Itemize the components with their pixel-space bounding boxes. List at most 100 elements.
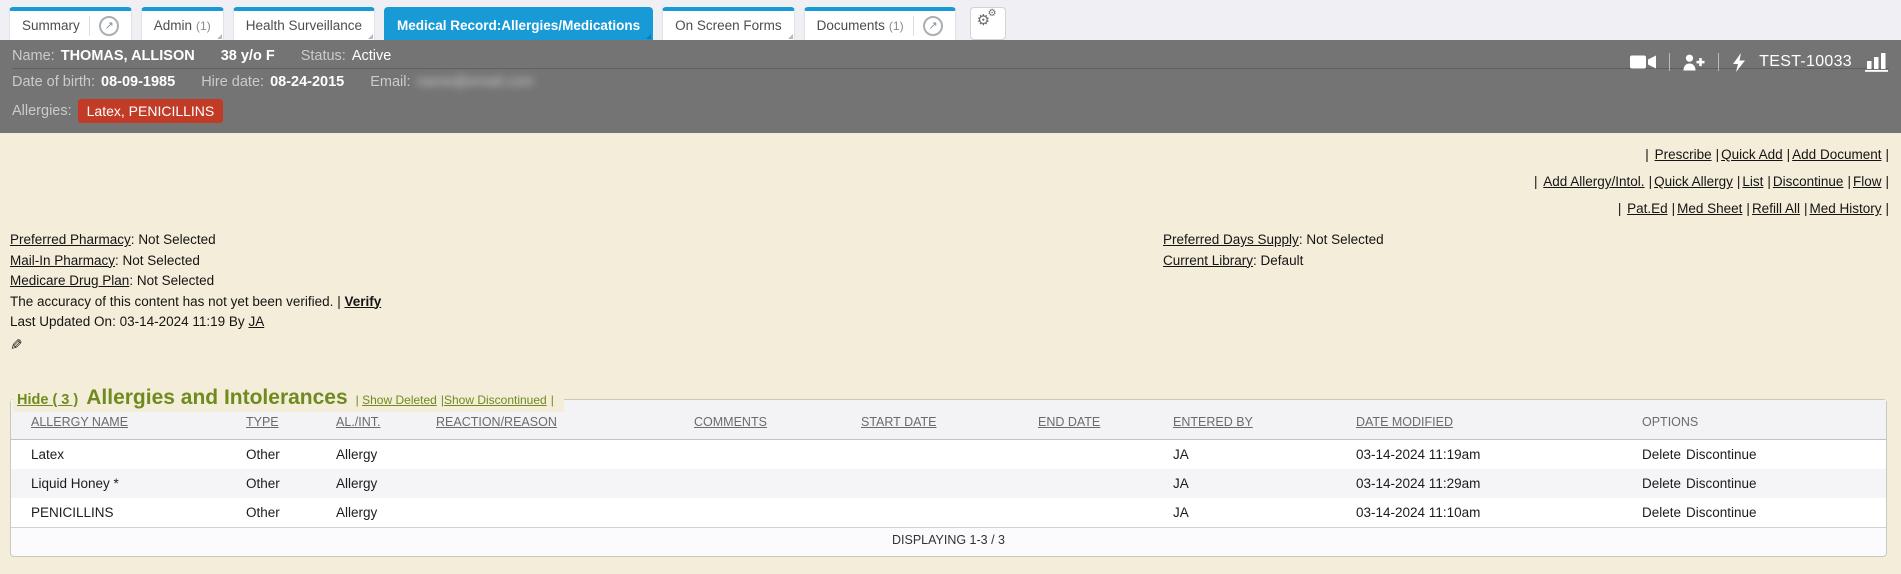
days-supply-row: Preferred Days SupplyNot Selected bbox=[1163, 230, 1384, 251]
bar-chart-icon[interactable] bbox=[1865, 52, 1889, 72]
discontinue-link[interactable]: Discontinue bbox=[1773, 174, 1851, 189]
lightning-icon[interactable] bbox=[1732, 53, 1746, 72]
entered-by-cell: JA bbox=[1165, 469, 1348, 498]
discontinue-action[interactable]: Discontinue bbox=[1686, 505, 1757, 520]
end-date-cell bbox=[1030, 440, 1165, 470]
options-cell: Delete Discontinue bbox=[1634, 498, 1886, 528]
entered-by-cell: JA bbox=[1165, 498, 1348, 528]
patient-details-row: Date of birth: 08-09-1985 Hire date: 08-… bbox=[12, 69, 1889, 95]
tab-documents[interactable]: Documents (1) ↗ bbox=[804, 7, 956, 40]
medicare-plan-link[interactable]: Medicare Drug Plan bbox=[10, 273, 129, 288]
allergies-badge[interactable]: Latex, PENICILLINS bbox=[78, 99, 224, 123]
col-comments[interactable]: COMMENTS bbox=[694, 415, 767, 429]
type-cell: Other bbox=[238, 469, 328, 498]
open-external-icon[interactable]: ↗ bbox=[923, 16, 943, 36]
tab-medical-record-allergies-medications[interactable]: Medical Record:Allergies/Medications bbox=[384, 7, 653, 40]
current-library-row: Current LibraryDefault bbox=[1163, 251, 1384, 272]
delete-action[interactable]: Delete bbox=[1642, 505, 1681, 520]
action-links: PrescribeQuick AddAdd Document Add Aller… bbox=[1534, 141, 1889, 222]
start-date-cell bbox=[853, 469, 1030, 498]
patient-status: Active bbox=[352, 48, 392, 64]
days-supply-link[interactable]: Preferred Days Supply bbox=[1163, 232, 1299, 247]
col-type[interactable]: TYPE bbox=[246, 415, 279, 429]
tab-on-screen-forms[interactable]: On Screen Forms bbox=[662, 7, 795, 40]
allergy-name-cell: Liquid Honey * bbox=[11, 469, 238, 498]
preferred-pharmacy-link[interactable]: Preferred Pharmacy bbox=[10, 232, 131, 247]
tab-admin[interactable]: Admin (1) bbox=[141, 7, 224, 40]
prescribe-link[interactable]: Prescribe bbox=[1655, 147, 1720, 162]
comments-cell bbox=[686, 440, 853, 470]
name-label: Name: bbox=[12, 48, 55, 64]
verify-link[interactable]: Verify bbox=[344, 294, 381, 309]
date-modified-cell: 03-14-2024 11:19am bbox=[1348, 440, 1634, 470]
table-row[interactable]: Liquid Honey * Other Allergy JA 03-14-20… bbox=[11, 469, 1886, 498]
discontinue-action[interactable]: Discontinue bbox=[1686, 476, 1757, 491]
table-row[interactable]: PENICILLINS Other Allergy JA 03-14-2024 … bbox=[11, 498, 1886, 528]
delete-action[interactable]: Delete bbox=[1642, 447, 1681, 462]
end-date-cell bbox=[1030, 469, 1165, 498]
tab-corner-fold-icon bbox=[217, 34, 222, 39]
med-sheet-link[interactable]: Med Sheet bbox=[1677, 201, 1750, 216]
mailin-pharmacy-row: Mail-In PharmacyNot Selected bbox=[10, 251, 381, 272]
tab-corner-fold-icon bbox=[368, 34, 373, 39]
date-modified-cell: 03-14-2024 11:10am bbox=[1348, 498, 1634, 528]
patient-id: TEST-10033 bbox=[1759, 53, 1852, 71]
tab-admin-badge: (1) bbox=[196, 19, 211, 33]
col-end-date[interactable]: END DATE bbox=[1038, 415, 1100, 429]
col-date-modified[interactable]: DATE MODIFIED bbox=[1356, 415, 1453, 429]
pat-ed-link[interactable]: Pat.Ed bbox=[1627, 201, 1675, 216]
list-link[interactable]: List bbox=[1742, 174, 1771, 189]
last-updated-text: Last Updated On: 03-14-2024 11:19 By bbox=[10, 314, 245, 329]
tab-divider bbox=[89, 16, 90, 36]
med-history-link[interactable]: Med History bbox=[1809, 201, 1889, 216]
tab-health-surveillance-label: Health Surveillance bbox=[246, 18, 362, 33]
open-external-icon[interactable]: ↗ bbox=[99, 16, 119, 36]
col-reaction[interactable]: REACTION/REASON bbox=[436, 415, 557, 429]
add-allergy-intol-link[interactable]: Add Allergy/Intol. bbox=[1543, 174, 1652, 189]
entered-by-cell: JA bbox=[1165, 440, 1348, 470]
tab-corner-fold-icon bbox=[646, 34, 651, 39]
table-footer-row: DISPLAYING 1-3 / 3 bbox=[11, 528, 1886, 553]
edit-pencil-icon[interactable]: ✎ bbox=[10, 336, 23, 357]
col-start-date[interactable]: START DATE bbox=[861, 415, 936, 429]
mailin-pharmacy-value: Not Selected bbox=[115, 253, 200, 268]
flow-link[interactable]: Flow bbox=[1853, 174, 1889, 189]
quick-add-link[interactable]: Quick Add bbox=[1721, 147, 1790, 162]
tab-summary[interactable]: Summary ↗ bbox=[9, 7, 132, 40]
table-row[interactable]: Latex Other Allergy JA 03-14-2024 11:19a… bbox=[11, 440, 1886, 470]
tab-documents-label: Documents bbox=[817, 18, 885, 33]
action-links-row-1: PrescribeQuick AddAdd Document bbox=[1534, 141, 1889, 168]
al-int-cell: Allergy bbox=[328, 469, 428, 498]
quick-allergy-link[interactable]: Quick Allergy bbox=[1654, 174, 1740, 189]
main-content: PrescribeQuick AddAdd Document Add Aller… bbox=[0, 133, 1901, 574]
start-date-cell bbox=[853, 440, 1030, 470]
action-links-row-2: Add Allergy/Intol.Quick AllergyListDisco… bbox=[1534, 168, 1889, 195]
mailin-pharmacy-link[interactable]: Mail-In Pharmacy bbox=[10, 253, 115, 268]
last-updated-row: Last Updated On: 03-14-2024 11:19 By JA bbox=[10, 312, 381, 333]
type-cell: Other bbox=[238, 498, 328, 528]
accuracy-text: The accuracy of this content has not yet… bbox=[10, 294, 333, 309]
add-document-link[interactable]: Add Document bbox=[1792, 147, 1889, 162]
refill-all-link[interactable]: Refill All bbox=[1752, 201, 1808, 216]
medicare-plan-row: Medicare Drug PlanNot Selected bbox=[10, 271, 381, 292]
col-entered-by[interactable]: ENTERED BY bbox=[1173, 415, 1253, 429]
discontinue-action[interactable]: Discontinue bbox=[1686, 447, 1757, 462]
patient-email-redacted: name@email.com bbox=[417, 74, 534, 90]
accuracy-row: The accuracy of this content has not yet… bbox=[10, 292, 381, 313]
show-discontinued-link[interactable]: Show Discontinued bbox=[444, 393, 554, 407]
show-deleted-link[interactable]: Show Deleted bbox=[362, 393, 444, 407]
action-links-row-3: Pat.EdMed SheetRefill AllMed History bbox=[1534, 195, 1889, 222]
tab-health-surveillance[interactable]: Health Surveillance bbox=[233, 7, 375, 40]
col-allergy-name[interactable]: ALLERGY NAME bbox=[31, 415, 128, 429]
col-al-int[interactable]: AL./INT. bbox=[336, 415, 380, 429]
tab-medical-record-label: Medical Record:Allergies/Medications bbox=[397, 18, 640, 33]
current-library-link[interactable]: Current Library bbox=[1163, 253, 1253, 268]
dob-label: Date of birth: bbox=[12, 74, 95, 90]
delete-action[interactable]: Delete bbox=[1642, 476, 1681, 491]
allergy-name-cell: PENICILLINS bbox=[11, 498, 238, 528]
add-person-icon[interactable] bbox=[1683, 54, 1705, 71]
hide-section-link[interactable]: Hide ( 3 ) bbox=[17, 392, 78, 408]
last-updated-by-link[interactable]: JA bbox=[248, 314, 264, 329]
video-camera-icon[interactable] bbox=[1630, 54, 1656, 70]
settings-button[interactable]: ⚙ ⚙ bbox=[970, 7, 1006, 40]
